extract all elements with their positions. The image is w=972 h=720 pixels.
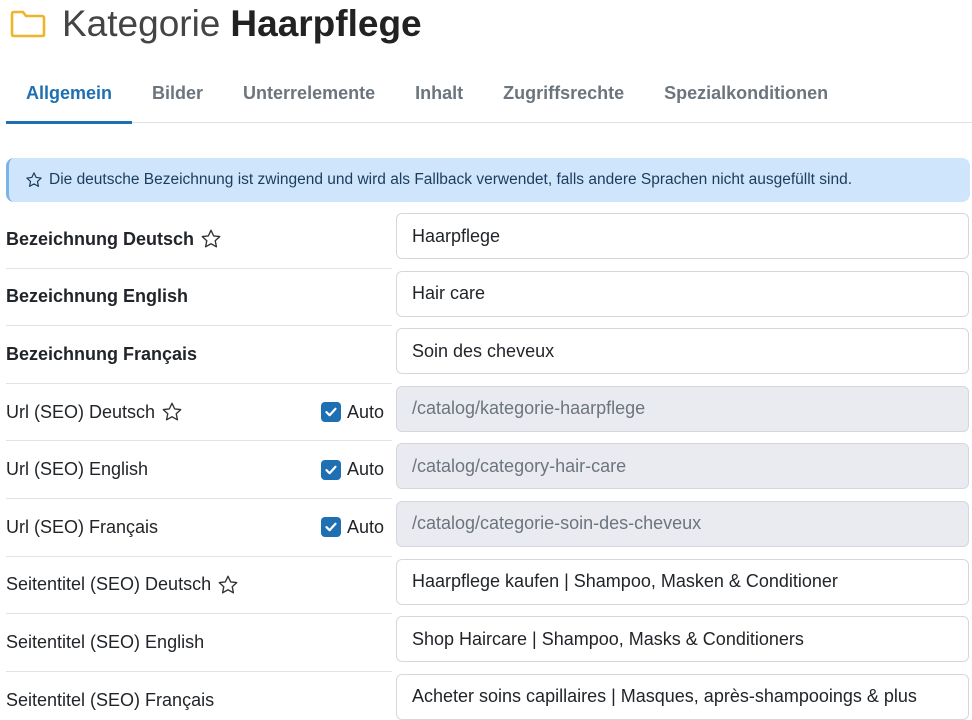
required-star-icon bbox=[200, 228, 222, 250]
url-de-input[interactable]: /catalog/kategorie-haarpflege bbox=[396, 385, 969, 432]
field-label: Seitentitel (SEO) English bbox=[6, 631, 205, 652]
field-label: Bezeichnung English bbox=[6, 286, 189, 307]
tab-spezialkonditionen[interactable]: Spezialkonditionen bbox=[644, 64, 848, 123]
auto-label: Auto bbox=[346, 516, 384, 537]
auto-toggle[interactable]: Auto bbox=[320, 499, 384, 556]
auto-toggle[interactable]: Auto bbox=[320, 441, 384, 498]
page-title-name: Haarpflege bbox=[230, 3, 422, 44]
form-row: Url (SEO) Français Auto /catalog/categor… bbox=[6, 499, 972, 557]
url-en-input[interactable]: /catalog/category-hair-care bbox=[396, 443, 969, 490]
seo-title-en-input[interactable]: Shop Haircare | Shampoo, Masks & Conditi… bbox=[396, 616, 969, 663]
star-icon bbox=[25, 171, 43, 189]
info-alert: Die deutsche Bezeichnung ist zwingend un… bbox=[6, 158, 970, 202]
tab-inhalt[interactable]: Inhalt bbox=[395, 64, 483, 123]
auto-toggle[interactable]: Auto bbox=[320, 384, 384, 441]
checkbox-checked-icon[interactable] bbox=[320, 517, 341, 538]
info-alert-text: Die deutsche Bezeichnung ist zwingend un… bbox=[49, 171, 853, 188]
form-row: Seitentitel (SEO) English Shop Haircare … bbox=[6, 614, 972, 672]
form-row: Url (SEO) Deutsch Auto /catalog/kategori… bbox=[6, 384, 972, 442]
form-row: Url (SEO) English Auto /catalog/category… bbox=[6, 441, 972, 499]
auto-label: Auto bbox=[346, 401, 384, 422]
form-row: Bezeichnung English Hair care bbox=[6, 269, 972, 327]
form-row: Seitentitel (SEO) Français Acheter soins… bbox=[6, 672, 972, 720]
tab-bilder[interactable]: Bilder bbox=[132, 64, 223, 123]
required-star-icon bbox=[161, 401, 183, 423]
field-label: Seitentitel (SEO) Français bbox=[6, 690, 215, 711]
field-label: Bezeichnung Français bbox=[6, 343, 198, 364]
form-rows: Bezeichnung Deutsch Haarpflege Bezeichnu… bbox=[6, 211, 972, 720]
field-label: Seitentitel (SEO) Deutsch bbox=[6, 574, 212, 595]
field-label: Url (SEO) Français bbox=[6, 516, 159, 537]
url-fr-input[interactable]: /catalog/categorie-soin-des-cheveux bbox=[396, 500, 969, 547]
required-star-icon bbox=[217, 574, 239, 596]
form-row: Bezeichnung Deutsch Haarpflege bbox=[6, 211, 972, 269]
auto-label: Auto bbox=[346, 459, 384, 480]
checkbox-checked-icon[interactable] bbox=[320, 459, 341, 480]
page-title: Kategorie Haarpflege bbox=[62, 3, 422, 45]
page-title-prefix: Kategorie bbox=[62, 3, 221, 44]
tab-bar: Allgemein Bilder Unterrelemente Inhalt Z… bbox=[6, 64, 972, 124]
tab-zugriffsrechte[interactable]: Zugriffsrechte bbox=[483, 64, 644, 123]
name-en-input[interactable]: Hair care bbox=[396, 270, 969, 317]
tab-unterrelemente[interactable]: Unterrelemente bbox=[223, 64, 395, 123]
form-row: Seitentitel (SEO) Deutsch Haarpflege kau… bbox=[6, 557, 972, 615]
page-header: Kategorie Haarpflege bbox=[10, 0, 422, 48]
field-label: Bezeichnung Deutsch bbox=[6, 228, 195, 249]
field-label: Url (SEO) Deutsch bbox=[6, 401, 156, 422]
name-fr-input[interactable]: Soin des cheveux bbox=[396, 328, 969, 375]
name-de-input[interactable]: Haarpflege bbox=[396, 213, 969, 259]
checkbox-checked-icon[interactable] bbox=[320, 402, 341, 423]
tab-allgemein[interactable]: Allgemein bbox=[6, 64, 133, 124]
seo-title-de-input[interactable]: Haarpflege kaufen | Shampoo, Masken & Co… bbox=[396, 558, 969, 605]
seo-title-fr-input[interactable]: Acheter soins capillaires | Masques, apr… bbox=[396, 673, 969, 720]
form-row: Bezeichnung Français Soin des cheveux bbox=[6, 326, 972, 384]
field-label: Url (SEO) English bbox=[6, 459, 149, 480]
folder-icon bbox=[10, 9, 46, 39]
